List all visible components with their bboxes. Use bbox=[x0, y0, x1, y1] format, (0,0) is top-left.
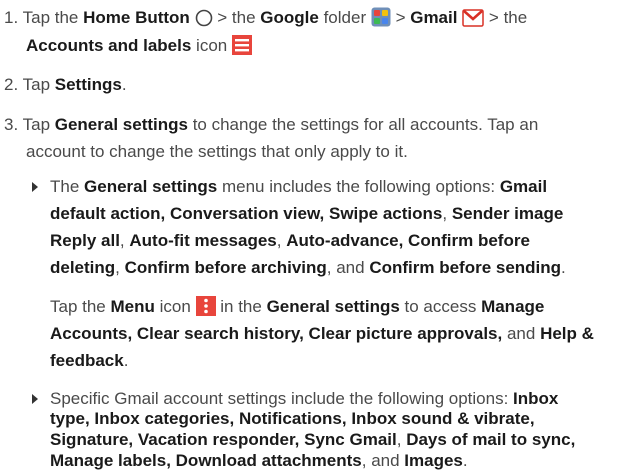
bullet-arrow-icon bbox=[32, 182, 38, 192]
home-button-label: Home Button bbox=[83, 8, 190, 27]
google-folder-label: Google bbox=[260, 8, 319, 27]
bullet-2-line-4: Manage labels, Download attachments, and… bbox=[50, 451, 468, 470]
bullet-2-line-3: Signature, Vacation responder, Sync Gmai… bbox=[50, 430, 576, 449]
bullet-1-line-1: The General settings menu includes the f… bbox=[50, 177, 548, 196]
bullet-2-line-1: Specific Gmail account settings include … bbox=[50, 389, 559, 408]
gmail-label: Gmail bbox=[410, 8, 458, 27]
menu-para-line-1: Tap the Menu icon in the General setting… bbox=[50, 296, 545, 316]
step-number: 1. bbox=[4, 8, 19, 27]
step-3-line-2: account to change the settings that only… bbox=[26, 142, 408, 161]
menu-para-line-2: Accounts, Clear search history, Clear pi… bbox=[50, 324, 594, 343]
menu-label: Menu bbox=[110, 297, 155, 316]
step-2-line: 2. Tap Settings. bbox=[4, 75, 127, 94]
help-document: 1. Tap the Home Button > the Google fold… bbox=[0, 0, 625, 470]
home-circle-icon bbox=[195, 9, 212, 27]
bullet-1-line-2: default action, Conversation view, Swipe… bbox=[50, 204, 564, 223]
google-folder-icon bbox=[371, 7, 391, 27]
bullet-1-line-4: deleting, Confirm before archiving, and … bbox=[50, 258, 566, 277]
accounts-and-labels-icon bbox=[231, 35, 252, 55]
accounts-and-labels-label: Accounts and labels bbox=[26, 36, 192, 55]
bullet-1-line-3: Reply all, Auto-fit messages, Auto-advan… bbox=[50, 231, 530, 250]
step-number: 2. bbox=[4, 75, 19, 94]
bullet-2-line-2: type, Inbox categories, Notifications, I… bbox=[50, 409, 535, 428]
menu-icon bbox=[195, 296, 216, 316]
menu-para-line-3: feedback. bbox=[50, 351, 129, 370]
gmail-icon bbox=[462, 9, 484, 27]
settings-label: Settings bbox=[54, 75, 122, 94]
step-3-line-1: 3. Tap General settings to change the se… bbox=[4, 115, 539, 134]
general-settings-label: General settings bbox=[54, 115, 188, 134]
step-number: 3. bbox=[4, 115, 19, 134]
bullet-arrow-icon bbox=[32, 394, 38, 404]
step-1-line-1: 1. Tap the Home Button > the Google fold… bbox=[4, 7, 528, 27]
step-1-line-2: Accounts and labels icon bbox=[26, 34, 252, 58]
